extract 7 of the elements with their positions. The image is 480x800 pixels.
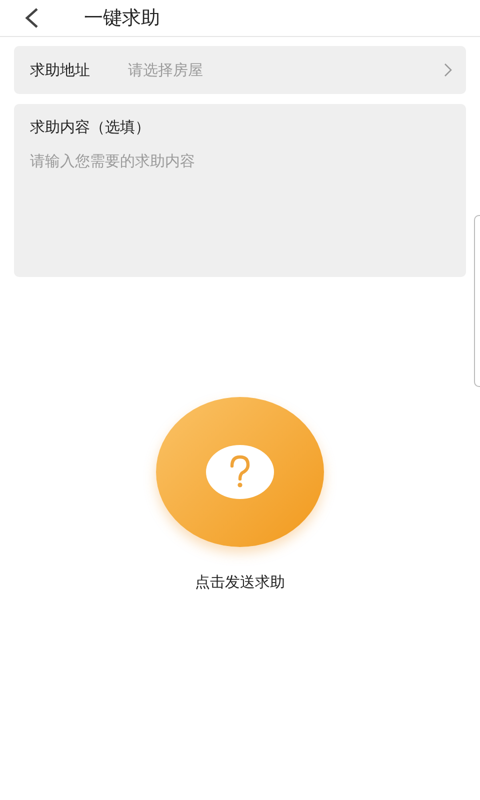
page-title: 一键求助 bbox=[84, 6, 160, 31]
content-label: 求助内容（选填） bbox=[30, 118, 150, 137]
help-caption: 点击发送求助 bbox=[195, 573, 285, 592]
address-selector[interactable]: 求助地址 请选择房屋 bbox=[14, 46, 466, 94]
edge-handle[interactable] bbox=[474, 215, 480, 387]
chevron-icon bbox=[444, 63, 452, 77]
question-icon bbox=[205, 444, 275, 500]
